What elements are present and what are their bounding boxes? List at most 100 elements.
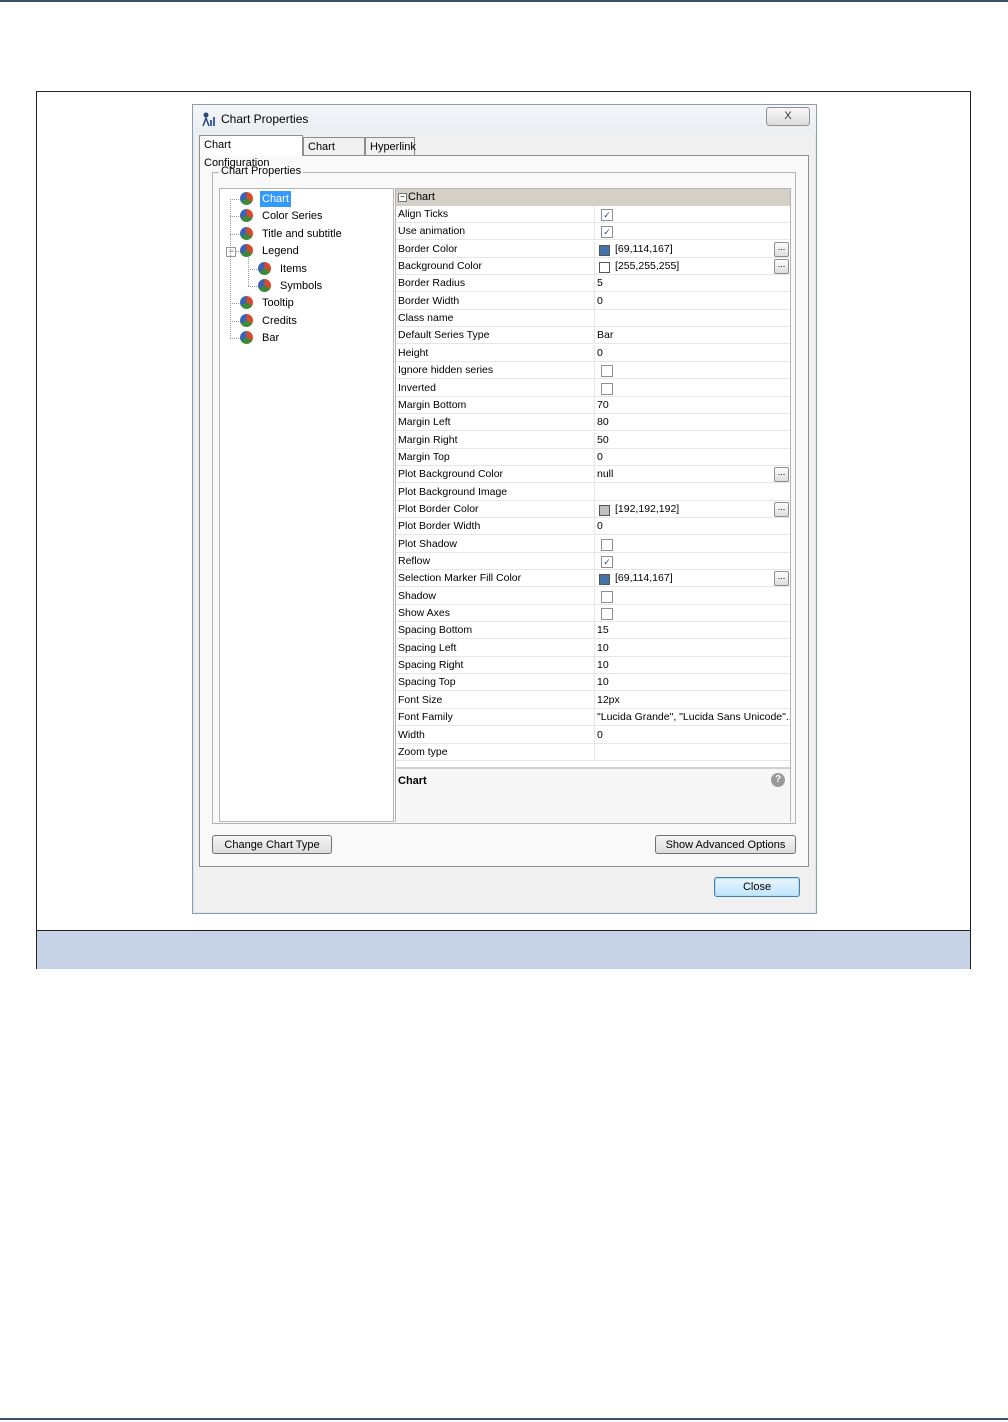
property-row-reflow[interactable]: Reflow ✓ bbox=[396, 553, 790, 570]
property-row-height[interactable]: Height 0 bbox=[396, 344, 790, 362]
property-row-plot-border-color[interactable]: Plot Border Color [192,192,192]... bbox=[396, 500, 790, 518]
close-button[interactable]: Close bbox=[714, 877, 800, 897]
tree-item-label: Title and subtitle bbox=[262, 227, 342, 240]
property-value[interactable]: null... bbox=[594, 466, 790, 483]
ellipsis-button[interactable]: ... bbox=[774, 571, 789, 587]
property-value[interactable]: 10 bbox=[594, 657, 790, 674]
property-row-margin-top[interactable]: Margin Top 0 bbox=[396, 448, 790, 466]
property-value[interactable]: ✓ bbox=[594, 206, 790, 222]
property-row-align-ticks[interactable]: Align Ticks ✓ bbox=[396, 206, 790, 223]
property-row-spacing-left[interactable]: Spacing Left 10 bbox=[396, 639, 790, 657]
ellipsis-button[interactable]: ... bbox=[774, 241, 789, 257]
property-row-selection-marker-fill-color[interactable]: Selection Marker Fill Color [69,114,167].… bbox=[396, 570, 790, 588]
property-row-border-width[interactable]: Border Width 0 bbox=[396, 292, 790, 310]
property-row-show-axes[interactable]: Show Axes bbox=[396, 605, 790, 623]
property-name: Border Color bbox=[398, 242, 458, 255]
property-value[interactable]: 50 bbox=[594, 431, 790, 448]
property-value[interactable] bbox=[594, 743, 790, 760]
tab-hyperlink[interactable]: Hyperlink bbox=[365, 137, 416, 155]
property-row-spacing-right[interactable]: Spacing Right 10 bbox=[396, 657, 790, 675]
property-value[interactable]: 10 bbox=[594, 639, 790, 656]
property-row-shadow[interactable]: Shadow bbox=[396, 587, 790, 605]
property-row-font-family[interactable]: Font Family "Lucida Grande", "Lucida Sans… bbox=[396, 709, 790, 727]
ellipsis-button[interactable]: ... bbox=[774, 259, 789, 275]
property-row-border-radius[interactable]: Border Radius 5 bbox=[396, 275, 790, 293]
property-row-spacing-bottom[interactable]: Spacing Bottom 15 bbox=[396, 622, 790, 640]
tab-chart-configuration[interactable]: Chart Configuration bbox=[199, 135, 303, 169]
property-value[interactable]: [255,255,255]... bbox=[594, 258, 790, 275]
property-row-plot-background-image[interactable]: Plot Background Image bbox=[396, 483, 790, 501]
checkbox[interactable] bbox=[601, 608, 613, 621]
property-value[interactable]: 15 bbox=[594, 622, 790, 639]
property-row-spacing-top[interactable]: Spacing Top 10 bbox=[396, 674, 790, 692]
property-value[interactable]: 80 bbox=[594, 414, 790, 431]
property-grid[interactable]: − Chart Align Ticks ✓ Use animation ✓ Border… bbox=[395, 188, 791, 823]
property-value[interactable] bbox=[594, 587, 790, 604]
checkbox[interactable] bbox=[601, 538, 613, 551]
property-row-margin-right[interactable]: Margin Right 50 bbox=[396, 431, 790, 449]
property-row-plot-border-width[interactable]: Plot Border Width 0 bbox=[396, 518, 790, 536]
property-value[interactable] bbox=[594, 379, 790, 396]
property-row-default-series-type[interactable]: Default Series Type Bar bbox=[396, 327, 790, 345]
property-value[interactable]: 0 bbox=[594, 726, 790, 743]
property-value[interactable]: "Lucida Grande", "Lucida Sans Unicode"..… bbox=[594, 709, 790, 726]
collapse-icon[interactable]: − bbox=[226, 247, 236, 258]
ellipsis-button[interactable]: ... bbox=[774, 501, 789, 517]
property-value[interactable]: 10 bbox=[594, 674, 790, 691]
property-value[interactable]: 70 bbox=[594, 396, 790, 413]
property-row-width[interactable]: Width 0 bbox=[396, 726, 790, 744]
property-value[interactable]: ✓ bbox=[594, 553, 790, 569]
property-value[interactable]: [69,114,167]... bbox=[594, 570, 790, 587]
close-window-button[interactable]: X bbox=[766, 107, 810, 126]
chart-properties-dialog: Chart Properties X Chart Configuration Ch… bbox=[192, 104, 817, 914]
property-row-use-animation[interactable]: Use animation ✓ bbox=[396, 223, 790, 241]
property-value[interactable] bbox=[594, 362, 790, 379]
checkbox-checked[interactable]: ✓ bbox=[601, 209, 613, 221]
property-tree[interactable]: Chart Color Series Title and subtitle Legen… bbox=[219, 188, 394, 822]
property-row-margin-bottom[interactable]: Margin Bottom 70 bbox=[396, 396, 790, 414]
checkbox[interactable] bbox=[601, 382, 613, 395]
tree-connector bbox=[230, 303, 239, 305]
property-row-plot-background-color[interactable]: Plot Background Color null... bbox=[396, 466, 790, 484]
show-advanced-options-button[interactable]: Show Advanced Options bbox=[655, 835, 796, 854]
property-value[interactable]: 0 bbox=[594, 292, 790, 309]
property-value[interactable]: 0 bbox=[594, 344, 790, 361]
tab-chart-data[interactable]: Chart Data bbox=[303, 137, 365, 171]
checkbox[interactable] bbox=[601, 590, 613, 603]
help-icon[interactable]: ? bbox=[771, 773, 785, 787]
property-row-inverted[interactable]: Inverted bbox=[396, 379, 790, 397]
property-value[interactable] bbox=[594, 605, 790, 622]
property-value[interactable] bbox=[594, 483, 790, 500]
property-value[interactable]: ✓ bbox=[594, 223, 790, 240]
checkbox-checked[interactable]: ✓ bbox=[601, 556, 613, 568]
tree-connector bbox=[230, 233, 239, 235]
property-row-font-size[interactable]: Font Size 12px bbox=[396, 691, 790, 709]
property-value[interactable]: [192,192,192]... bbox=[594, 500, 790, 517]
text-value: 15 bbox=[597, 624, 609, 637]
property-row-ignore-hidden-series[interactable]: Ignore hidden series bbox=[396, 362, 790, 380]
change-chart-type-button[interactable]: Change Chart Type bbox=[212, 835, 332, 854]
property-row-plot-shadow[interactable]: Plot Shadow bbox=[396, 535, 790, 553]
property-row-class-name[interactable]: Class name bbox=[396, 310, 790, 328]
property-name: Background Color bbox=[398, 260, 483, 273]
collapse-icon[interactable]: − bbox=[398, 193, 407, 202]
property-row-zoom-type[interactable]: Zoom type bbox=[396, 743, 790, 761]
property-row-margin-left[interactable]: Margin Left 80 bbox=[396, 414, 790, 432]
property-value[interactable]: 12px bbox=[594, 691, 790, 708]
property-value[interactable]: 0 bbox=[594, 448, 790, 465]
property-value[interactable]: 0 bbox=[594, 518, 790, 535]
checkbox[interactable] bbox=[601, 365, 613, 378]
checkbox-checked[interactable]: ✓ bbox=[601, 226, 613, 239]
tree-item-label: Bar bbox=[262, 332, 280, 345]
grid-section-header[interactable]: − Chart bbox=[396, 189, 790, 206]
tree-item-label: Tooltip bbox=[262, 297, 294, 310]
property-value[interactable] bbox=[594, 535, 790, 552]
property-row-background-color[interactable]: Background Color [255,255,255]... bbox=[396, 258, 790, 276]
property-value[interactable]: 5 bbox=[594, 275, 790, 292]
ellipsis-button[interactable]: ... bbox=[774, 467, 789, 483]
property-value[interactable]: [69,114,167]... bbox=[594, 240, 790, 257]
property-row-border-color[interactable]: Border Color [69,114,167]... bbox=[396, 240, 790, 258]
property-value[interactable]: Bar bbox=[594, 327, 790, 344]
property-name: Selection Marker Fill Color bbox=[398, 572, 522, 585]
property-value[interactable] bbox=[594, 310, 790, 327]
